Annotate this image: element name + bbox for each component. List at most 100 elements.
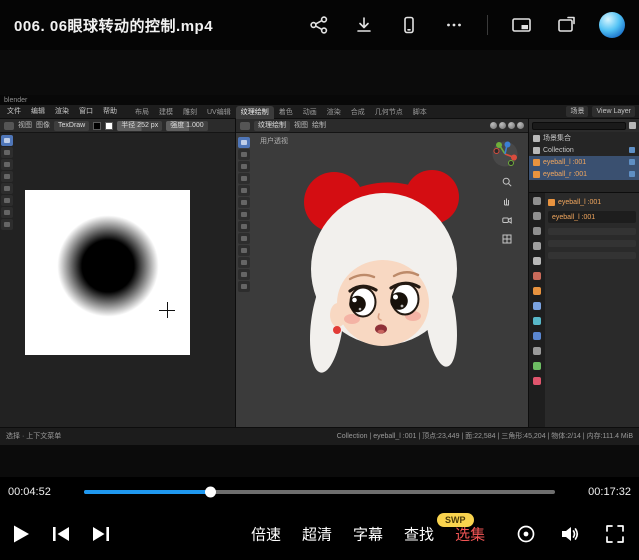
world-properties-icon[interactable]: [533, 272, 541, 280]
tab-sculpting[interactable]: 雕刻: [178, 106, 202, 119]
shading-mode-icon[interactable]: [508, 122, 515, 129]
menu-window[interactable]: 窗口: [76, 108, 96, 115]
tab-animation[interactable]: 动画: [298, 106, 322, 119]
primary-color-swatch[interactable]: [93, 122, 101, 130]
progress-track[interactable]: [84, 490, 555, 494]
menu-render[interactable]: 渲染: [52, 108, 72, 115]
scene-properties-icon[interactable]: [533, 257, 541, 265]
outliner-row[interactable]: eyeball_r :001: [529, 168, 639, 180]
pan-hand-icon[interactable]: [502, 196, 512, 206]
tool-button[interactable]: [238, 269, 250, 280]
menu-help[interactable]: 帮助: [100, 108, 120, 115]
tab-rendering[interactable]: 渲染: [322, 106, 346, 119]
tool-button[interactable]: [1, 135, 13, 146]
object-data-properties-icon[interactable]: [533, 362, 541, 370]
property-row[interactable]: [548, 240, 636, 247]
tool-button[interactable]: [1, 159, 13, 170]
editor-type-icon[interactable]: [4, 122, 14, 130]
tool-button[interactable]: [238, 149, 250, 160]
mode-selector[interactable]: 纹理绘制: [254, 121, 290, 131]
avatar[interactable]: [599, 12, 625, 38]
tool-button[interactable]: [238, 281, 250, 292]
tool-button[interactable]: [238, 137, 250, 148]
share-icon[interactable]: [307, 13, 331, 37]
tool-button[interactable]: [1, 219, 13, 230]
record-icon[interactable]: [516, 524, 536, 544]
volume-button[interactable]: [560, 524, 581, 544]
tab-uv-editing[interactable]: UV编辑: [202, 106, 236, 119]
tool-button[interactable]: [238, 197, 250, 208]
brush-radius-slider[interactable]: 半径 252 px: [117, 121, 162, 131]
previous-episode-button[interactable]: [52, 526, 70, 542]
speed-button[interactable]: 倍速: [251, 523, 281, 544]
subtitle-button[interactable]: 字幕: [353, 523, 383, 544]
tool-properties-icon[interactable]: [533, 197, 541, 205]
tool-button[interactable]: [1, 171, 13, 182]
phone-icon[interactable]: [397, 13, 421, 37]
fullscreen-button[interactable]: [605, 524, 625, 544]
shading-mode-icon[interactable]: [490, 122, 497, 129]
object-name-field[interactable]: eyeball_l :001: [548, 211, 636, 223]
picture-in-picture-icon[interactable]: [509, 13, 533, 37]
brush-strength-slider[interactable]: 强度 1.000: [166, 121, 207, 131]
outliner-row[interactable]: eyeball_l :001: [529, 156, 639, 168]
tool-button[interactable]: [1, 183, 13, 194]
tool-button[interactable]: [1, 147, 13, 158]
viewport-canvas[interactable]: 用户透视: [236, 133, 528, 427]
property-row[interactable]: [548, 252, 636, 259]
menu-file[interactable]: 文件: [4, 108, 24, 115]
render-properties-icon[interactable]: [533, 212, 541, 220]
particles-properties-icon[interactable]: [533, 317, 541, 325]
shading-mode-icon[interactable]: [499, 122, 506, 129]
tab-modeling[interactable]: 建模: [154, 106, 178, 119]
play-button[interactable]: [12, 524, 30, 544]
material-properties-icon[interactable]: [533, 377, 541, 385]
texture-canvas[interactable]: [25, 190, 190, 355]
quality-button[interactable]: 超清: [302, 523, 332, 544]
shading-mode-icon[interactable]: [517, 122, 524, 129]
tool-button[interactable]: [238, 185, 250, 196]
outliner-row[interactable]: 场景集合: [529, 132, 639, 144]
view-layer-properties-icon[interactable]: [533, 242, 541, 250]
editor-type-icon[interactable]: [240, 122, 250, 130]
tab-texture-paint[interactable]: 纹理绘制: [236, 106, 274, 119]
video-display-area[interactable]: blender 文件 编辑 渲染 窗口 帮助 布局 建模 雕刻 UV编辑 纹理绘…: [0, 50, 639, 477]
tab-shading[interactable]: 着色: [274, 106, 298, 119]
visibility-toggle-icon[interactable]: [629, 159, 635, 165]
progress-knob[interactable]: [205, 487, 216, 498]
tool-button[interactable]: [1, 207, 13, 218]
output-properties-icon[interactable]: [533, 227, 541, 235]
swp-badge[interactable]: SWP: [437, 513, 474, 527]
modifier-properties-icon[interactable]: [533, 302, 541, 310]
tab-layout[interactable]: 布局: [130, 106, 154, 119]
filter-icon[interactable]: [629, 122, 636, 129]
object-properties-icon[interactable]: [533, 287, 541, 295]
next-episode-button[interactable]: [92, 526, 110, 542]
tool-button[interactable]: [238, 245, 250, 256]
property-row[interactable]: [548, 228, 636, 235]
navigation-gizmo[interactable]: [492, 141, 518, 167]
more-icon[interactable]: [442, 13, 466, 37]
tab-compositing[interactable]: 合成: [346, 106, 370, 119]
cartoon-girl-character[interactable]: [294, 165, 474, 390]
tab-scripting[interactable]: 脚本: [408, 106, 432, 119]
brush-selector[interactable]: TexDraw: [54, 121, 89, 131]
tool-button[interactable]: [238, 209, 250, 220]
constraints-properties-icon[interactable]: [533, 347, 541, 355]
outliner-row[interactable]: Collection: [529, 144, 639, 156]
visibility-toggle-icon[interactable]: [629, 147, 635, 153]
tool-button[interactable]: [238, 233, 250, 244]
view-layer-selector[interactable]: View Layer: [592, 106, 635, 117]
menu-edit[interactable]: 编辑: [28, 108, 48, 115]
tool-button[interactable]: [238, 257, 250, 268]
tool-button[interactable]: [238, 221, 250, 232]
popout-window-icon[interactable]: [554, 13, 578, 37]
zoom-icon[interactable]: [502, 177, 512, 187]
tool-button[interactable]: [238, 161, 250, 172]
ortho-toggle-icon[interactable]: [502, 234, 512, 244]
camera-view-icon[interactable]: [502, 215, 512, 225]
tool-button[interactable]: [1, 195, 13, 206]
image-menu-image[interactable]: 图像: [36, 122, 50, 129]
viewport-menu-view[interactable]: 视图: [294, 122, 308, 129]
visibility-toggle-icon[interactable]: [629, 171, 635, 177]
